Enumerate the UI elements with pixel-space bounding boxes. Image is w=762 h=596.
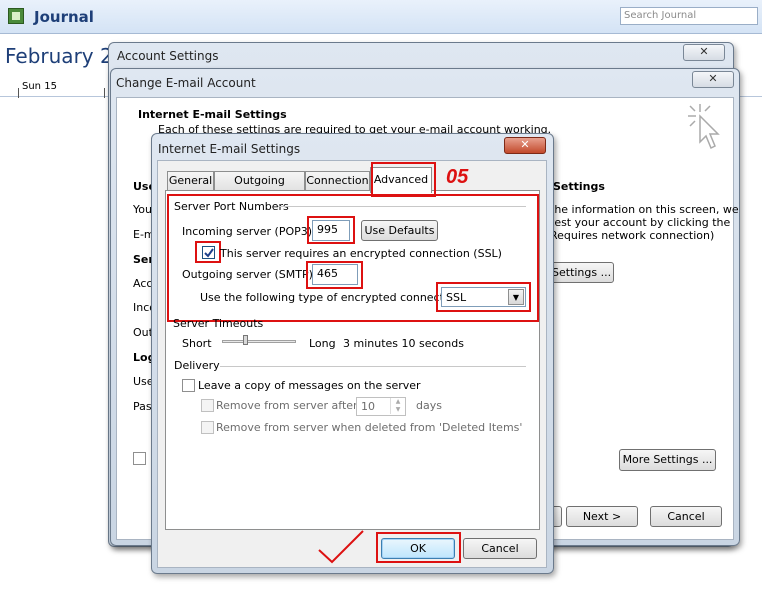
account-settings-close-button[interactable]: ✕ [683, 44, 725, 61]
checkmark-annotation-icon [318, 530, 364, 564]
left-label: You [133, 203, 152, 216]
step-annotation: 05 [446, 166, 469, 188]
highlight-advanced-tab [371, 162, 436, 197]
incoming-server-label: Incoming server (POP3): [182, 225, 316, 238]
tab-outgoing-server[interactable]: Outgoing Server [214, 171, 305, 205]
journal-icon [8, 8, 24, 24]
search-journal-input[interactable]: Search Journal [620, 7, 758, 25]
remove-after-checkbox[interactable] [201, 399, 214, 412]
change-account-header: Internet E-mail Settings [138, 108, 287, 121]
timeout-long-label: Long [309, 337, 336, 350]
delivery-legend: Delivery [174, 359, 220, 372]
internet-settings-close-button[interactable]: ✕ [504, 137, 546, 154]
day-label: Sun 15 [22, 81, 57, 92]
day-tick [18, 88, 19, 98]
highlight-outgoing-port [306, 261, 363, 289]
tab-connection[interactable]: Connection [305, 171, 370, 191]
spinner-up-icon[interactable]: ▲ [390, 398, 405, 406]
next-button[interactable]: Next > [566, 506, 638, 527]
leave-copy-label: Leave a copy of messages on the server [198, 379, 421, 392]
ssl-label: This server requires an encrypted connec… [220, 247, 502, 260]
timeout-short-label: Short [182, 337, 212, 350]
test-settings-text: Requires network connection) [550, 229, 715, 242]
timeouts-legend: Server Timeouts [173, 317, 264, 330]
remove-after-label: Remove from server after [216, 399, 358, 412]
timeout-slider-track[interactable] [222, 340, 296, 343]
encryption-type-label: Use the following type of encrypted conn… [200, 291, 465, 304]
days-label: days [416, 399, 442, 412]
server-ports-divider [278, 206, 526, 207]
change-account-close-button[interactable]: ✕ [692, 71, 734, 88]
leave-copy-checkbox[interactable] [182, 379, 195, 392]
test-settings-text: test your account by clicking the [550, 216, 731, 229]
journal-title: Journal [34, 8, 94, 26]
day-tick [104, 88, 105, 98]
outgoing-server-label: Outgoing server (SMTP): [182, 268, 317, 281]
highlight-ok-button [376, 532, 461, 563]
more-settings-button[interactable]: More Settings ... [619, 449, 716, 471]
remove-deleted-checkbox[interactable] [201, 421, 214, 434]
tab-general[interactable]: General [167, 171, 214, 191]
internet-settings-title: Internet E-mail Settings [158, 142, 301, 156]
use-defaults-button[interactable]: Use Defaults [361, 220, 438, 241]
highlight-ssl-checkbox [195, 241, 221, 263]
highlight-encryption-select [436, 282, 531, 312]
change-account-cancel-button[interactable]: Cancel [650, 506, 722, 527]
left-label: Pas [133, 400, 152, 413]
test-settings-text: the information on this screen, we [550, 203, 739, 216]
server-ports-legend: Server Port Numbers [174, 200, 289, 213]
cursor-sparkle-icon [688, 104, 720, 150]
remember-checkbox[interactable] [133, 452, 146, 465]
left-label: Acc [133, 277, 153, 290]
highlight-incoming-port [307, 216, 355, 244]
internet-settings-cancel-button[interactable]: Cancel [463, 538, 537, 559]
timeout-value: 3 minutes 10 seconds [343, 337, 464, 350]
timeout-slider-thumb[interactable] [243, 335, 248, 345]
test-account-settings-button[interactable]: Settings ... [548, 262, 614, 283]
test-settings-heading: Settings [553, 180, 605, 193]
remove-deleted-label: Remove from server when deleted from 'De… [216, 421, 523, 434]
spinner-down-icon[interactable]: ▼ [390, 406, 405, 414]
delivery-divider [220, 366, 526, 367]
